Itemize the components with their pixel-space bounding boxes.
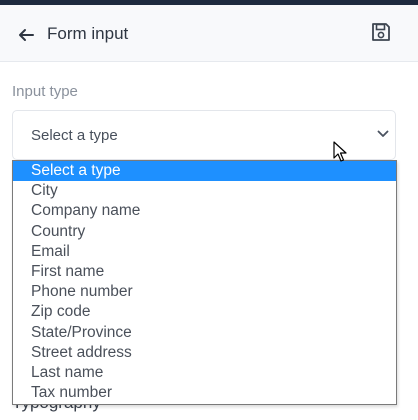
page-header: Form input xyxy=(0,5,418,62)
dropdown-option[interactable]: State/Province xyxy=(13,323,396,343)
select-value: Select a type xyxy=(31,127,118,144)
arrow-left-icon[interactable] xyxy=(17,27,35,43)
dropdown-option[interactable]: Street address xyxy=(13,343,396,363)
mouse-pointer-icon xyxy=(333,141,347,162)
input-type-dropdown[interactable]: Select a type City Company name Country … xyxy=(12,160,397,405)
dropdown-option[interactable]: Zip code xyxy=(13,302,396,322)
input-type-label: Input type xyxy=(12,83,78,100)
dropdown-option[interactable]: City xyxy=(13,181,396,201)
page-title: Form input xyxy=(47,24,129,43)
dropdown-option[interactable]: Email xyxy=(13,242,396,262)
chevron-down-icon xyxy=(377,130,389,137)
dropdown-option[interactable]: Phone number xyxy=(13,282,396,302)
dropdown-option[interactable]: Select a type xyxy=(13,161,396,182)
dropdown-option[interactable]: Last name xyxy=(13,363,396,383)
dropdown-option[interactable]: Tax number xyxy=(13,383,396,403)
dropdown-option[interactable]: Country xyxy=(13,222,396,242)
floppy-disk-icon[interactable] xyxy=(370,21,392,43)
dropdown-option[interactable]: Company name xyxy=(13,201,396,221)
dropdown-option[interactable]: First name xyxy=(13,262,396,282)
